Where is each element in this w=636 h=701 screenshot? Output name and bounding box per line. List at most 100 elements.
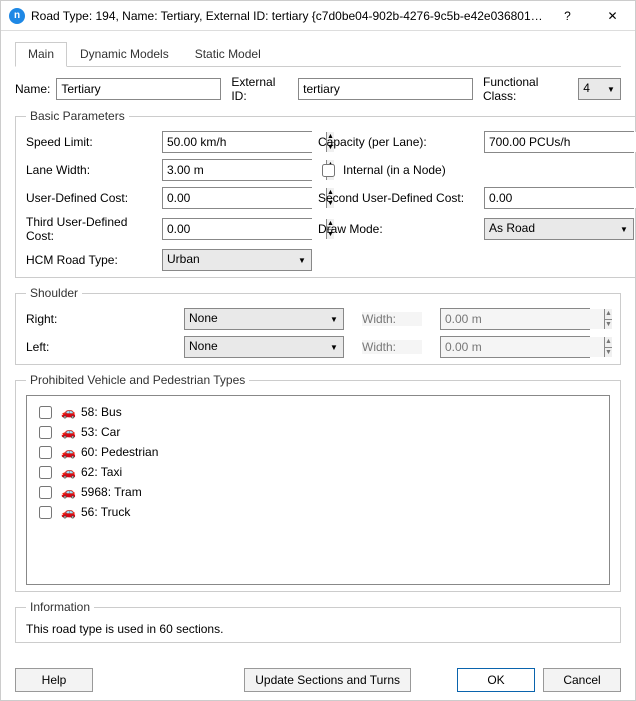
funcclass-value: 4 [579, 79, 602, 99]
list-item-checkbox[interactable] [39, 506, 52, 519]
shoulder-right-width-label: Width: [362, 312, 422, 326]
shoulder-left-width-label: Width: [362, 340, 422, 354]
tab-dynamic-models[interactable]: Dynamic Models [67, 42, 182, 67]
shoulder-left-width-value [441, 337, 604, 357]
capacity-label: Capacity (per Lane): [318, 135, 478, 149]
shoulder-legend: Shoulder [26, 286, 82, 300]
speed-limit-label: Speed Limit: [26, 135, 156, 149]
drawmode-label: Draw Mode: [318, 222, 478, 236]
shoulder-left-width-input: ▲▼ [440, 336, 590, 358]
lane-width-label: Lane Width: [26, 163, 156, 177]
vehicle-icon: 🚗 [61, 405, 75, 419]
list-item-checkbox[interactable] [39, 486, 52, 499]
shoulder-right-label: Right: [26, 312, 166, 326]
list-item[interactable]: 🚗 53: Car [35, 422, 601, 442]
funcclass-label: Functional Class: [483, 75, 572, 103]
tab-main[interactable]: Main [15, 42, 67, 67]
list-item-label: 58: Bus [81, 405, 122, 419]
udc-input[interactable]: ▲▼ [162, 187, 312, 209]
chevron-down-icon: ▼ [293, 250, 311, 270]
chevron-down-icon: ▼ [325, 309, 343, 329]
lane-width-value[interactable] [163, 160, 326, 180]
drawmode-value: As Road [485, 219, 615, 239]
hcm-select[interactable]: Urban ▼ [162, 249, 312, 271]
speed-limit-value[interactable] [163, 132, 326, 152]
spin-down-icon: ▼ [605, 348, 612, 358]
list-item-checkbox[interactable] [39, 406, 52, 419]
shoulder-right-width-value [441, 309, 604, 329]
udc-label: User-Defined Cost: [26, 191, 156, 205]
udc-value[interactable] [163, 188, 326, 208]
shoulder-group: Shoulder Right: None ▼ Width: ▲▼ Left: N… [15, 286, 621, 365]
list-item-checkbox[interactable] [39, 426, 52, 439]
vehicle-icon: 🚗 [61, 505, 75, 519]
shoulder-left-value: None [185, 337, 325, 357]
prohibited-group: Prohibited Vehicle and Pedestrian Types … [15, 373, 621, 592]
dialog-footer: Help Update Sections and Turns OK Cancel [1, 660, 635, 700]
udc2-label: Second User-Defined Cost: [318, 191, 478, 205]
list-item-label: 56: Truck [81, 505, 130, 519]
spin-up-icon: ▲ [605, 337, 612, 348]
vehicle-icon: 🚗 [61, 445, 75, 459]
spin-down-icon: ▼ [605, 320, 612, 330]
spin-up-icon: ▲ [605, 309, 612, 320]
vehicle-icon: 🚗 [61, 485, 75, 499]
hcm-label: HCM Road Type: [26, 253, 156, 267]
drawmode-select[interactable]: As Road ▼ [484, 218, 634, 240]
chevron-down-icon: ▼ [602, 79, 620, 99]
prohibited-listbox[interactable]: 🚗 58: Bus 🚗 53: Car 🚗 60: Pedestrian 🚗 6… [26, 395, 610, 585]
close-button[interactable]: ✕ [590, 1, 635, 31]
window-title: Road Type: 194, Name: Tertiary, External… [31, 9, 545, 23]
list-item-label: 53: Car [81, 425, 120, 439]
funcclass-select[interactable]: 4 ▼ [578, 78, 621, 100]
list-item[interactable]: 🚗 62: Taxi [35, 462, 601, 482]
extid-input[interactable] [298, 78, 473, 100]
name-input[interactable] [56, 78, 221, 100]
shoulder-right-value: None [185, 309, 325, 329]
list-item[interactable]: 🚗 56: Truck [35, 502, 601, 522]
app-icon: n [9, 8, 25, 24]
list-item-label: 62: Taxi [81, 465, 122, 479]
dialog-content: Main Dynamic Models Static Model Name: E… [1, 31, 635, 660]
shoulder-left-select[interactable]: None ▼ [184, 336, 344, 358]
help-button[interactable]: Help [15, 668, 93, 692]
basic-parameters-group: Basic Parameters Speed Limit: ▲▼ Capacit… [15, 109, 636, 278]
capacity-input[interactable]: ▲▼ [484, 131, 634, 153]
list-item-label: 5968: Tram [81, 485, 142, 499]
udc2-input[interactable]: ▲▼ [484, 187, 634, 209]
extid-label: External ID: [231, 75, 292, 103]
list-item-label: 60: Pedestrian [81, 445, 158, 459]
hcm-value: Urban [163, 250, 293, 270]
information-group: Information This road type is used in 60… [15, 600, 621, 643]
help-button[interactable]: ? [545, 1, 590, 31]
list-item[interactable]: 🚗 5968: Tram [35, 482, 601, 502]
information-legend: Information [26, 600, 94, 614]
list-item-checkbox[interactable] [39, 446, 52, 459]
capacity-value[interactable] [485, 132, 636, 152]
udc3-input[interactable]: ▲▼ [162, 218, 312, 240]
name-label: Name: [15, 82, 50, 96]
list-item-checkbox[interactable] [39, 466, 52, 479]
internal-checkbox[interactable] [322, 164, 335, 177]
cancel-button[interactable]: Cancel [543, 668, 621, 692]
lane-width-input[interactable]: ▲▼ [162, 159, 312, 181]
information-text: This road type is used in 60 sections. [26, 622, 610, 636]
tab-bar: Main Dynamic Models Static Model [15, 41, 621, 67]
vehicle-icon: 🚗 [61, 425, 75, 439]
ok-button[interactable]: OK [457, 668, 535, 692]
prohibited-legend: Prohibited Vehicle and Pedestrian Types [26, 373, 249, 387]
udc2-value[interactable] [485, 188, 636, 208]
list-item[interactable]: 🚗 58: Bus [35, 402, 601, 422]
shoulder-left-label: Left: [26, 340, 166, 354]
chevron-down-icon: ▼ [615, 219, 633, 239]
list-item[interactable]: 🚗 60: Pedestrian [35, 442, 601, 462]
chevron-down-icon: ▼ [325, 337, 343, 357]
tab-static-model[interactable]: Static Model [182, 42, 274, 67]
header-row: Name: External ID: Functional Class: 4 ▼ [15, 75, 621, 103]
udc3-label: Third User-Defined Cost: [26, 215, 156, 243]
update-sections-button[interactable]: Update Sections and Turns [244, 668, 411, 692]
speed-limit-input[interactable]: ▲▼ [162, 131, 312, 153]
shoulder-right-select[interactable]: None ▼ [184, 308, 344, 330]
udc3-value[interactable] [163, 219, 326, 239]
shoulder-right-width-input: ▲▼ [440, 308, 590, 330]
